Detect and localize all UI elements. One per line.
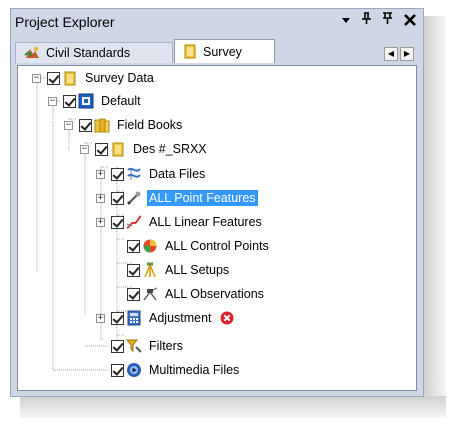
filter-icon	[126, 339, 142, 353]
error-icon	[220, 311, 234, 325]
expander-adjustment[interactable]: +	[96, 314, 105, 323]
tree-item-label: Data Files	[149, 167, 206, 181]
tree-item-label: Des #_SRXX	[133, 142, 207, 156]
checkbox-field-books[interactable]	[79, 118, 92, 132]
database-icon	[78, 93, 94, 109]
pin-glyph	[362, 12, 371, 24]
panel-shadow-bottom	[20, 396, 446, 418]
checkbox-default[interactable]	[63, 94, 76, 108]
expander-survey-data[interactable]: −	[32, 74, 41, 83]
project-explorer-panel: Project Explorer Civil Standards Survey …	[10, 8, 424, 397]
tree-item-default[interactable]: Default	[63, 92, 143, 110]
tab-scroll-right-icon[interactable]: ▶	[400, 47, 414, 61]
tree-item-multimedia-files[interactable]: Multimedia Files	[111, 361, 241, 379]
tab-survey-label: Survey	[203, 44, 242, 59]
checkbox-des-srxx[interactable]	[95, 142, 108, 156]
tree-item-adjustment[interactable]: Adjustment	[111, 309, 234, 327]
tree-item-label: Adjustment	[149, 311, 212, 325]
panel-titlebar: Project Explorer	[11, 9, 423, 36]
tree-item-all-observations[interactable]: ALL Observations	[127, 285, 266, 303]
auto-hide-icon[interactable]	[382, 12, 393, 32]
dropdown-arrow-icon[interactable]	[341, 12, 351, 32]
tree-item-filters[interactable]: Filters	[111, 337, 185, 355]
tree-item-label: Multimedia Files	[149, 363, 240, 377]
expander-default[interactable]: −	[48, 97, 57, 106]
tree-item-data-files[interactable]: Data Files	[111, 165, 207, 183]
tree-item-label: Survey Data	[85, 71, 154, 85]
tree-item-label: Filters	[149, 339, 184, 353]
checkbox-multimedia-files[interactable]	[111, 363, 124, 377]
close-icon[interactable]	[403, 12, 417, 32]
survey-tree-view[interactable]: − Survey Data − Default − Field Books − …	[17, 65, 417, 391]
civil-standards-icon	[24, 47, 39, 58]
checkbox-linear-features[interactable]	[111, 215, 124, 229]
pin-icon[interactable]	[361, 12, 372, 32]
setups-icon	[144, 262, 156, 278]
survey-folder-icon	[184, 44, 196, 59]
panel-shadow-right	[424, 16, 446, 396]
dropdown-triangle	[342, 18, 350, 23]
expander-point-features[interactable]: +	[96, 194, 105, 203]
checkbox-setups[interactable]	[127, 263, 140, 277]
checkbox-observations[interactable]	[127, 287, 140, 301]
tree-item-survey-data[interactable]: Survey Data	[47, 69, 156, 87]
tab-scroll-buttons: ◀ ▶	[382, 47, 414, 61]
checkbox-filters[interactable]	[111, 339, 124, 353]
panel-title: Project Explorer	[15, 14, 115, 30]
tree-item-all-linear-features[interactable]: ALL Linear Features	[111, 213, 264, 231]
checkbox-point-features[interactable]	[111, 191, 124, 205]
folder-icon	[64, 71, 76, 86]
expander-field-books[interactable]: −	[64, 121, 73, 130]
tab-survey[interactable]: Survey	[174, 39, 275, 63]
checkbox-data-files[interactable]	[111, 167, 124, 181]
tab-civil-standards[interactable]: Civil Standards	[15, 42, 173, 63]
tab-scroll-left-icon[interactable]: ◀	[384, 47, 398, 61]
checkbox-survey-data[interactable]	[47, 71, 60, 85]
tree-item-des-srxx[interactable]: Des #_SRXX	[95, 140, 209, 158]
tree-item-label: Default	[101, 94, 141, 108]
close-glyph	[404, 14, 416, 26]
calculator-icon	[127, 310, 141, 326]
point-features-icon	[127, 191, 141, 205]
tree-item-label: ALL Linear Features	[149, 215, 262, 229]
tree-item-label-selected: ALL Point Features	[146, 189, 259, 207]
tree-item-label: ALL Observations	[165, 287, 264, 301]
tree-item-all-point-features[interactable]: ALL Point Features	[111, 189, 259, 207]
checkbox-control-points[interactable]	[127, 239, 140, 253]
expander-des-srxx[interactable]: −	[80, 145, 89, 154]
panel-title-controls	[341, 12, 417, 32]
tree-item-label: Field Books	[117, 118, 183, 132]
tab-civil-standards-label: Civil Standards	[46, 46, 131, 60]
control-points-icon	[143, 239, 157, 253]
tree-item-all-control-points[interactable]: ALL Control Points	[127, 237, 271, 255]
tree-item-field-books[interactable]: Field Books	[79, 116, 184, 134]
tree-item-label: ALL Control Points	[165, 239, 269, 253]
tab-strip: Civil Standards Survey ◀ ▶	[11, 36, 423, 64]
expander-data-files[interactable]: +	[96, 170, 105, 179]
checkbox-adjustment[interactable]	[111, 311, 124, 325]
tree-item-all-setups[interactable]: ALL Setups	[127, 261, 231, 279]
auto-hide-glyph	[383, 12, 392, 24]
expander-linear-features[interactable]: +	[96, 218, 105, 227]
books-icon	[94, 118, 110, 133]
folder-icon	[112, 142, 124, 157]
linear-features-icon	[126, 215, 142, 229]
tree-item-label: ALL Setups	[165, 263, 230, 277]
multimedia-icon	[127, 363, 141, 377]
observations-icon	[143, 287, 158, 301]
data-files-icon	[127, 167, 141, 180]
